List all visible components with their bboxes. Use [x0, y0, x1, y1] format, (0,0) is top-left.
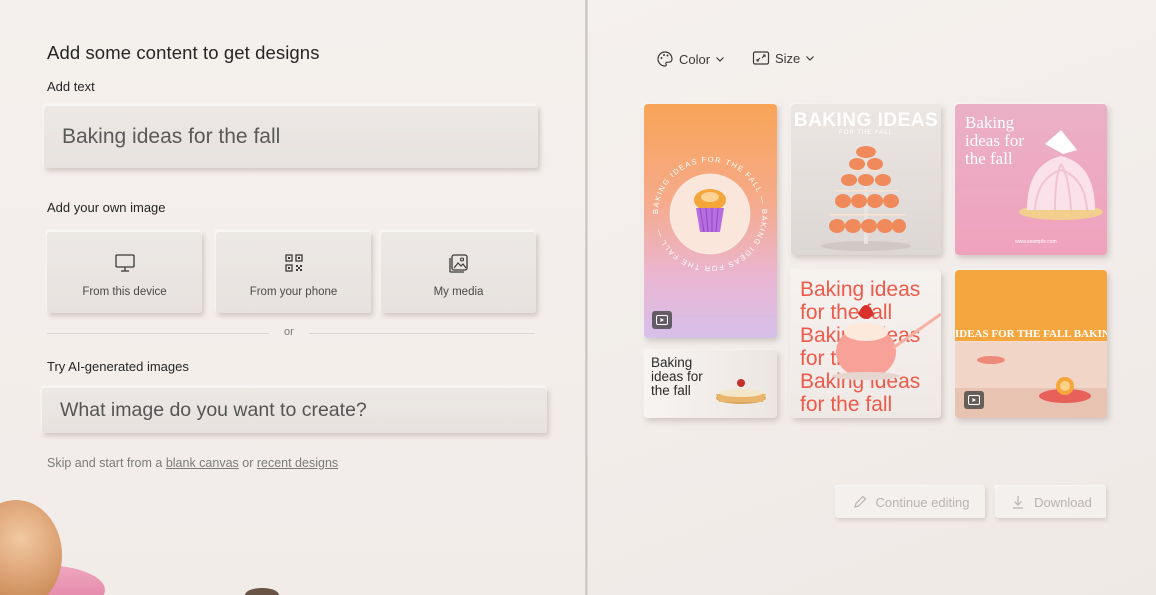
or-text: or — [284, 326, 294, 338]
size-dropdown[interactable]: Size — [752, 50, 815, 66]
card3-url: www.example.com — [1015, 239, 1057, 245]
my-media-button[interactable]: My media — [381, 231, 536, 313]
design-card-6[interactable]: IDEAS FOR THE FALL BAKING — [955, 270, 1107, 418]
divider-line — [47, 333, 269, 334]
from-phone-label: From your phone — [249, 286, 338, 298]
from-phone-button[interactable]: From your phone — [216, 231, 371, 313]
designs-panel: Color Size BAKING IDEAS FOR THE FALL — B… — [588, 0, 1156, 595]
skip-prefix: Skip and start from a — [47, 456, 166, 470]
design-card-1[interactable]: BAKING IDEAS FOR THE FALL — BAKING IDEAS… — [644, 104, 777, 338]
tart-illustration — [716, 379, 766, 404]
cupcake-illustration: BAKING IDEAS FOR THE FALL — BAKING IDEAS… — [651, 155, 768, 273]
blank-canvas-link[interactable]: blank canvas — [166, 456, 239, 470]
strawberry-teapot-illustration — [832, 305, 941, 380]
ai-prompt-input[interactable]: What image do you want to create? — [42, 387, 547, 433]
design-card-2[interactable]: BAKING IDEAS FOR THE FALL — [791, 104, 941, 255]
chevron-down-icon — [716, 57, 725, 62]
design-card-4[interactable]: Baking ideas for the fall — [644, 350, 777, 418]
qr-code-icon — [284, 254, 303, 272]
continue-label: Continue editing — [875, 494, 970, 510]
page-title: Add some content to get designs — [47, 42, 320, 63]
ai-prompt-placeholder: What image do you want to create? — [60, 398, 367, 421]
skip-middle: or — [238, 456, 257, 470]
continue-editing-button[interactable]: Continue editing — [836, 486, 985, 518]
download-icon — [1013, 496, 1024, 509]
size-label: Size — [775, 50, 801, 66]
palette-icon — [657, 51, 673, 67]
add-text-label: Add text — [47, 79, 95, 94]
media-gallery-icon — [448, 254, 468, 273]
design-card-3[interactable]: Baking ideas for the fall www.example.co… — [955, 104, 1107, 255]
text-input[interactable]: Baking ideas for the fall — [44, 105, 538, 168]
color-dropdown[interactable]: Color — [656, 50, 725, 68]
own-image-label: Add your own image — [47, 200, 166, 215]
resize-icon — [752, 51, 770, 65]
pink-dessert-illustration — [1019, 130, 1103, 220]
skip-text: Skip and start from a blank canvas or re… — [47, 456, 338, 470]
video-badge-icon — [964, 391, 984, 409]
download-label: Download — [1034, 494, 1092, 510]
content-panel: Add some content to get designs Add text… — [0, 0, 585, 595]
text-input-value: Baking ideas for the fall — [62, 124, 281, 148]
monitor-icon — [114, 254, 135, 272]
pencil-icon — [853, 495, 866, 508]
from-device-label: From this device — [82, 286, 167, 298]
download-button[interactable]: Download — [996, 486, 1106, 518]
egg-decoration — [0, 500, 62, 595]
from-device-button[interactable]: From this device — [47, 231, 202, 313]
chevron-down-icon — [806, 56, 815, 61]
recent-designs-link[interactable]: recent designs — [257, 456, 338, 470]
color-label: Color — [679, 51, 711, 67]
my-media-label: My media — [433, 286, 484, 298]
video-badge-icon — [652, 311, 672, 329]
or-separator: or — [47, 326, 535, 342]
ai-images-label: Try AI-generated images — [47, 359, 189, 374]
macaron-tower-illustration — [821, 144, 911, 251]
divider-line — [309, 333, 535, 334]
crumb-decoration — [245, 588, 279, 595]
design-card-5[interactable]: Baking ideas for the fall Baking ideas f… — [791, 270, 941, 418]
